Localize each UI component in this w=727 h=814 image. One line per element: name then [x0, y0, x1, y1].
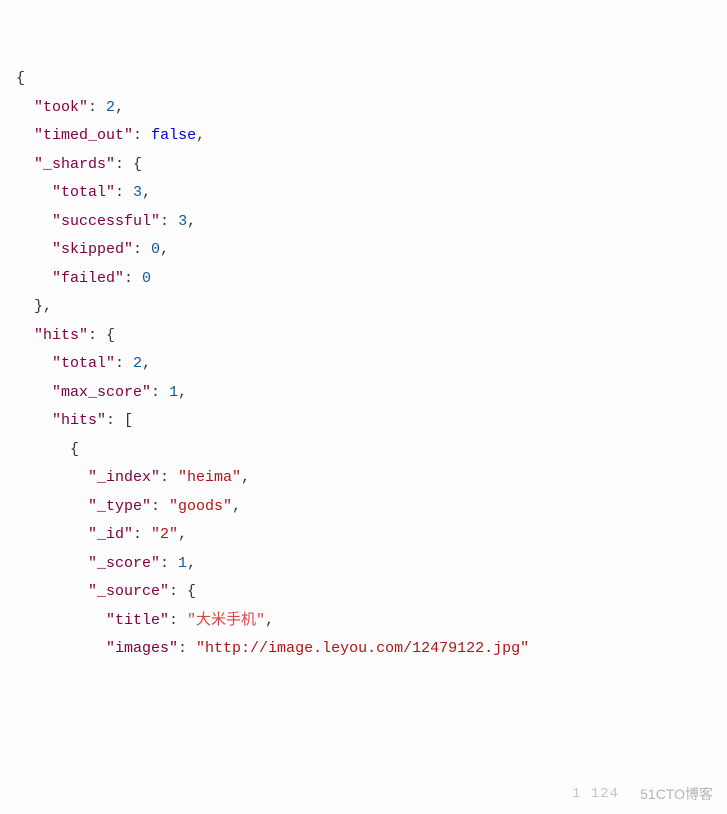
watermark-number: 1 124	[572, 781, 619, 808]
brace-open: {	[16, 70, 25, 87]
val-shards-skipped: 0	[151, 241, 160, 258]
key-timed-out: "timed_out"	[34, 127, 133, 144]
val-shards-failed: 0	[142, 270, 151, 287]
key-title: "title"	[106, 612, 169, 629]
val-type: "goods"	[169, 498, 232, 515]
key-shards-skipped: "skipped"	[52, 241, 133, 258]
val-shards-total: 3	[133, 184, 142, 201]
key-score: "_score"	[88, 555, 160, 572]
key-images: "images"	[106, 640, 178, 657]
key-index: "_index"	[88, 469, 160, 486]
key-hits: "hits"	[34, 327, 88, 344]
key-type: "_type"	[88, 498, 151, 515]
key-took: "took"	[34, 99, 88, 116]
val-title: "大米手机"	[187, 612, 265, 629]
key-source: "_source"	[88, 583, 169, 600]
key-shards-successful: "successful"	[52, 213, 160, 230]
key-shards: "_shards"	[34, 156, 115, 173]
key-max-score: "max_score"	[52, 384, 151, 401]
key-id: "_id"	[88, 526, 133, 543]
val-max-score: 1	[169, 384, 178, 401]
key-shards-failed: "failed"	[52, 270, 124, 287]
key-hits-arr: "hits"	[52, 412, 106, 429]
val-score: 1	[178, 555, 187, 572]
val-timed-out: false	[151, 127, 196, 144]
val-index: "heima"	[178, 469, 241, 486]
val-shards-successful: 3	[178, 213, 187, 230]
json-code-block: { "took": 2, "timed_out": false, "_shard…	[16, 65, 711, 664]
key-hits-total: "total"	[52, 355, 115, 372]
val-images: "http://image.leyou.com/12479122.jpg"	[196, 640, 529, 657]
key-shards-total: "total"	[52, 184, 115, 201]
watermark-text: 51CTO博客	[640, 781, 713, 808]
val-hits-total: 2	[133, 355, 142, 372]
val-id: "2"	[151, 526, 178, 543]
val-took: 2	[106, 99, 115, 116]
